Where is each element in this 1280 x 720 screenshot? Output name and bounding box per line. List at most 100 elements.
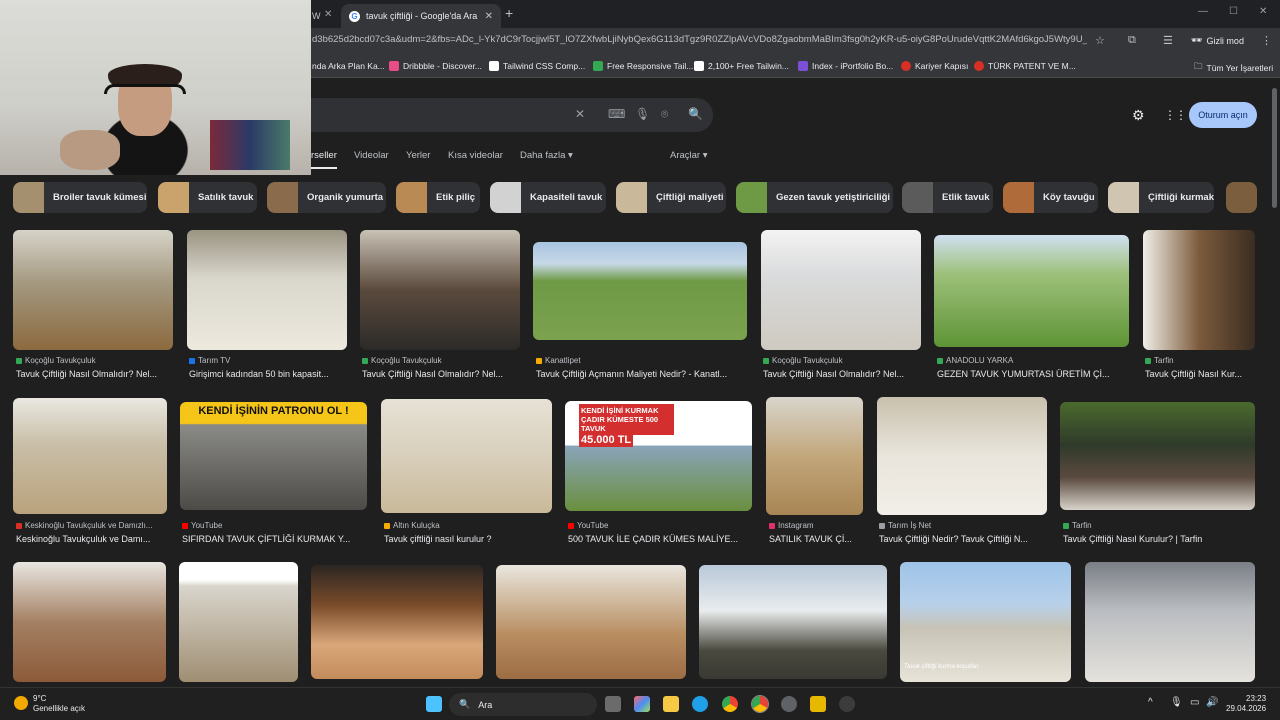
bookmark-item[interactable]: Free Responsive Tail...: [593, 61, 693, 71]
result-image[interactable]: [496, 565, 686, 679]
result-source[interactable]: Koçoğlu Tavukçuluk: [16, 356, 171, 365]
result-title[interactable]: SATILIK TAVUK Çİ...: [769, 534, 864, 544]
minimize-icon[interactable]: —: [1198, 6, 1208, 17]
task-view-icon[interactable]: [605, 696, 621, 712]
reading-list-icon[interactable]: ☰: [1163, 34, 1173, 47]
taskbar-search[interactable]: 🔍 Ara: [449, 693, 597, 716]
result-image[interactable]: KENDİ İŞİNİN PATRONU OL !: [180, 402, 367, 510]
chip[interactable]: Çiftliği maliyeti: [616, 182, 726, 213]
chip[interactable]: Satılık tavuk: [158, 182, 257, 213]
result-title[interactable]: Tavuk Çiftliği Nasıl Olmalıdır? Nel...: [763, 369, 918, 379]
result-image[interactable]: [934, 235, 1129, 347]
tab-active[interactable]: G tavuk çiftliği - Google'da Ara ✕: [341, 4, 501, 28]
weather-widget[interactable]: 9°C Genellikle açık: [33, 694, 85, 714]
result-title[interactable]: Tavuk Çiftliği Nasıl Olmalıdır? Nel...: [362, 369, 517, 379]
file-explorer-icon[interactable]: [663, 696, 679, 712]
extensions-icon[interactable]: ⧉: [1128, 34, 1136, 47]
tab-short-videos[interactable]: Kısa videolar: [448, 150, 503, 161]
bookmark-item[interactable]: Tailwind CSS Comp...: [489, 61, 585, 71]
tab-more[interactable]: Daha fazla ▾: [520, 150, 573, 161]
result-image[interactable]: [179, 562, 298, 682]
result-image[interactable]: [533, 242, 747, 340]
chip[interactable]: Çiftliği kurmak: [1108, 182, 1214, 213]
tab-images[interactable]: rseller: [311, 150, 337, 169]
new-tab-button[interactable]: +: [505, 5, 513, 21]
result-source[interactable]: Tarım İş Net: [879, 521, 1047, 530]
chip[interactable]: Etlik tavuk: [902, 182, 993, 213]
url-field[interactable]: d3b625d2bcd07c3a&udm=2&fbs=ADc_l-Yk7dC9r…: [312, 34, 1087, 45]
bookmark-item[interactable]: TÜRK PATENT VE M...: [974, 61, 1076, 71]
result-source[interactable]: Koçoğlu Tavukçuluk: [763, 356, 918, 365]
system-clock[interactable]: 23:23 29.04.2026: [1226, 694, 1266, 714]
tab-prev-close-icon[interactable]: ✕: [324, 9, 332, 20]
result-source[interactable]: YouTube: [568, 521, 748, 530]
chip[interactable]: [1226, 182, 1257, 213]
result-image[interactable]: KENDİ İŞİNİ KURMAK ÇADIR KÜMESTE 500 TAV…: [565, 401, 752, 511]
result-image[interactable]: [699, 565, 887, 679]
result-source[interactable]: Tarfin: [1063, 521, 1253, 530]
result-image[interactable]: [13, 398, 167, 514]
browser-menu-icon[interactable]: ⋮: [1261, 34, 1272, 47]
volume-icon[interactable]: 🔊: [1206, 697, 1218, 708]
result-title[interactable]: 500 TAVUK İLE ÇADIR KÜMES MALİYE...: [568, 534, 750, 544]
result-title[interactable]: Keskinoğlu Tavukçuluk ve Damı...: [16, 534, 166, 544]
result-source[interactable]: ANADOLU YARKA: [937, 356, 1127, 365]
result-image[interactable]: [1143, 230, 1255, 350]
search-icon[interactable]: 🔍: [688, 107, 703, 121]
bookmark-item[interactable]: Dribbble - Discover...: [389, 61, 482, 71]
window-close-icon[interactable]: ✕: [1259, 6, 1267, 17]
page-scrollbar[interactable]: [1272, 78, 1278, 687]
result-image[interactable]: [187, 230, 347, 350]
copilot-icon[interactable]: [634, 696, 650, 712]
result-title[interactable]: Tavuk Çiftliği Açmanın Maliyeti Nedir? -…: [536, 369, 746, 379]
microphone-tray-icon[interactable]: 🎙: [1170, 697, 1183, 708]
result-title[interactable]: Tavuk Çiftliği Nasıl Kurulur? | Tarfin: [1063, 534, 1255, 544]
search-box[interactable]: ✕ ⌨ 🎙 ⌾ 🔍: [311, 98, 713, 132]
result-image[interactable]: [877, 397, 1047, 515]
result-source[interactable]: Instagram: [769, 521, 864, 530]
result-source[interactable]: Koçoğlu Tavukçuluk: [362, 356, 517, 365]
result-image[interactable]: [13, 562, 166, 682]
tab-places[interactable]: Yerler: [406, 150, 430, 161]
incognito-indicator[interactable]: 🕶 Gizli mod: [1191, 35, 1244, 46]
tab-close-icon[interactable]: ✕: [485, 11, 493, 22]
tools-button[interactable]: Araçlar ▾: [670, 150, 708, 161]
result-source[interactable]: Tarfin: [1145, 356, 1255, 365]
maximize-icon[interactable]: ☐: [1229, 6, 1238, 17]
bookmark-item[interactable]: Kariyer Kapısı: [901, 61, 968, 71]
result-title[interactable]: SIFIRDAN TAVUK ÇİFTLİĞİ KURMAK Y...: [182, 534, 367, 544]
lens-icon[interactable]: ⌾: [661, 107, 668, 122]
chip[interactable]: Köy tavuğu: [1003, 182, 1098, 213]
result-image[interactable]: [1060, 402, 1255, 510]
result-image[interactable]: [311, 565, 483, 679]
github-icon[interactable]: [781, 696, 797, 712]
chrome-icon[interactable]: [722, 696, 738, 712]
network-icon[interactable]: ▭: [1190, 697, 1199, 708]
result-title[interactable]: Tavuk Çiftliği Nasıl Olmalıdır? Nel...: [16, 369, 171, 379]
chip[interactable]: Kapasiteli tavuk: [490, 182, 606, 213]
edge-icon[interactable]: [692, 696, 708, 712]
result-title[interactable]: Tavuk çiftliği nasıl kurulur ?: [384, 534, 549, 544]
chip[interactable]: Organik yumurta: [267, 182, 386, 213]
chip[interactable]: Etik piliç: [396, 182, 480, 213]
result-source[interactable]: Keskinoğlu Tavukçuluk ve Damızlı...: [16, 521, 166, 530]
tray-chevron-icon[interactable]: ^: [1148, 697, 1153, 708]
settings-gear-icon[interactable]: ⚙: [1132, 107, 1145, 124]
bookmark-item[interactable]: nda Arka Plan Ka...: [312, 61, 385, 71]
result-image[interactable]: [761, 230, 921, 350]
tab-videos[interactable]: Videolar: [354, 150, 389, 161]
result-title[interactable]: GEZEN TAVUK YUMURTASI ÜRETİM Çİ...: [937, 369, 1127, 379]
result-source[interactable]: Kanatlipet: [536, 356, 741, 365]
result-image[interactable]: [360, 230, 520, 350]
app-icon[interactable]: [810, 696, 826, 712]
scrollbar-thumb[interactable]: [1272, 88, 1277, 208]
chip[interactable]: Broiler tavuk kümesi: [13, 182, 147, 213]
tab-previous[interactable]: W ✕: [312, 4, 338, 28]
microphone-icon[interactable]: 🎙: [635, 107, 650, 121]
result-image[interactable]: [1085, 562, 1255, 682]
result-image[interactable]: [13, 230, 173, 350]
chip[interactable]: Gezen tavuk yetiştiriciliği: [736, 182, 893, 213]
clear-icon[interactable]: ✕: [575, 107, 585, 121]
result-title[interactable]: Girişimci kadından 50 bin kapasit...: [189, 369, 344, 379]
all-bookmarks[interactable]: 🗀 Tüm Yer İşaretleri: [1194, 61, 1273, 75]
